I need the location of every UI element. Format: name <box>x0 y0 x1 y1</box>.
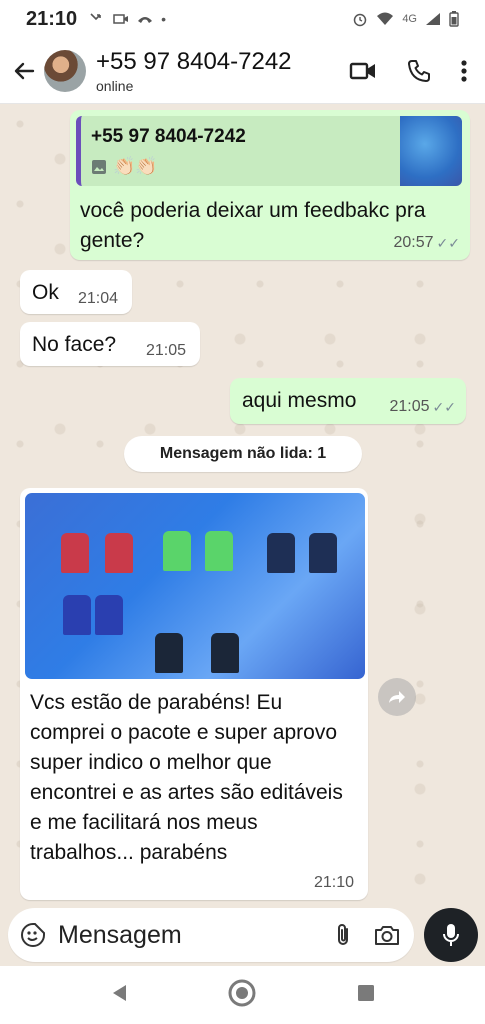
status-bar: 21:10 • 4G <box>0 0 485 38</box>
home-nav-icon[interactable] <box>227 978 257 1013</box>
message-time: 21:05 <box>389 398 430 415</box>
message-text: No face? <box>32 333 117 356</box>
message-time: 20:57 <box>393 234 434 251</box>
video-camera-icon <box>349 62 375 79</box>
more-options-button[interactable] <box>461 59 467 82</box>
system-nav-bar <box>0 966 485 1024</box>
input-bar: Mensagem <box>0 908 485 966</box>
message-incoming-no-face[interactable]: No face? 21:05 <box>20 322 200 366</box>
message-text: Vcs estão de parabéns! Eu comprei o paco… <box>30 691 343 864</box>
read-receipt-icon: ✓✓ <box>432 398 456 415</box>
recents-nav-icon[interactable] <box>357 984 375 1007</box>
video-call-icon <box>113 14 129 24</box>
quoted-emoji: 👏🏻👏🏻 <box>113 156 158 176</box>
network-label: 4G <box>402 13 417 25</box>
message-time: 21:04 <box>78 290 119 307</box>
missed-call-icon <box>90 13 101 21</box>
message-incoming-feedback[interactable]: Vcs estão de parabéns! Eu comprei o paco… <box>20 488 368 900</box>
chat-header: +55 97 8404-7242 online <box>0 38 485 104</box>
video-call-button[interactable] <box>349 61 377 81</box>
call-icon <box>138 17 153 23</box>
voice-message-button[interactable] <box>424 908 478 962</box>
sticker-icon[interactable] <box>20 922 46 948</box>
quoted-sender: +55 97 8404-7242 <box>91 126 246 147</box>
message-time: 21:05 <box>146 342 187 359</box>
contact-name[interactable]: +55 97 8404-7242 <box>96 48 292 76</box>
chat-area[interactable]: +55 97 8404-7242 👏🏻👏🏻 você poderia deixa… <box>0 104 485 908</box>
message-input[interactable]: Mensagem <box>8 908 414 962</box>
image-icon <box>92 159 106 174</box>
message-time: 21:10 <box>313 874 354 891</box>
quoted-thumbnail <box>400 116 462 186</box>
back-arrow-icon[interactable] <box>6 60 42 82</box>
forward-icon <box>389 691 405 703</box>
camera-icon[interactable] <box>374 924 400 946</box>
message-text: aqui mesmo <box>242 389 357 412</box>
phone-icon <box>408 59 430 82</box>
microphone-icon <box>443 924 459 946</box>
signal-icon <box>426 13 440 25</box>
quoted-message[interactable]: +55 97 8404-7242 👏🏻👏🏻 <box>76 116 462 186</box>
message-text: Ok <box>32 281 59 304</box>
avatar[interactable] <box>44 49 86 92</box>
message-outgoing-feedback[interactable]: +55 97 8404-7242 👏🏻👏🏻 você poderia deixa… <box>70 110 470 260</box>
battery-icon <box>449 11 459 27</box>
wifi-icon <box>377 12 394 25</box>
read-receipt-icon: ✓✓ <box>436 234 460 251</box>
status-time: 21:10 <box>26 7 78 30</box>
forward-button[interactable] <box>378 678 416 716</box>
message-outgoing-aqui-mesmo[interactable]: aqui mesmo 21:05 ✓✓ <box>230 378 466 424</box>
alarm-icon <box>354 13 367 27</box>
voice-call-button[interactable] <box>407 59 431 83</box>
message-incoming-ok[interactable]: Ok 21:04 <box>20 270 132 314</box>
dot-icon: • <box>161 11 167 27</box>
contact-status: online <box>96 77 134 94</box>
unread-messages-divider: Mensagem não lida: 1 <box>124 436 362 472</box>
message-photo[interactable] <box>25 493 365 679</box>
back-nav-icon[interactable] <box>110 983 128 1008</box>
more-vertical-icon <box>461 59 467 82</box>
message-placeholder[interactable]: Mensagem <box>58 921 182 950</box>
attach-icon[interactable] <box>334 922 352 948</box>
contact-info[interactable]: +55 97 8404-7242 online <box>96 48 292 94</box>
